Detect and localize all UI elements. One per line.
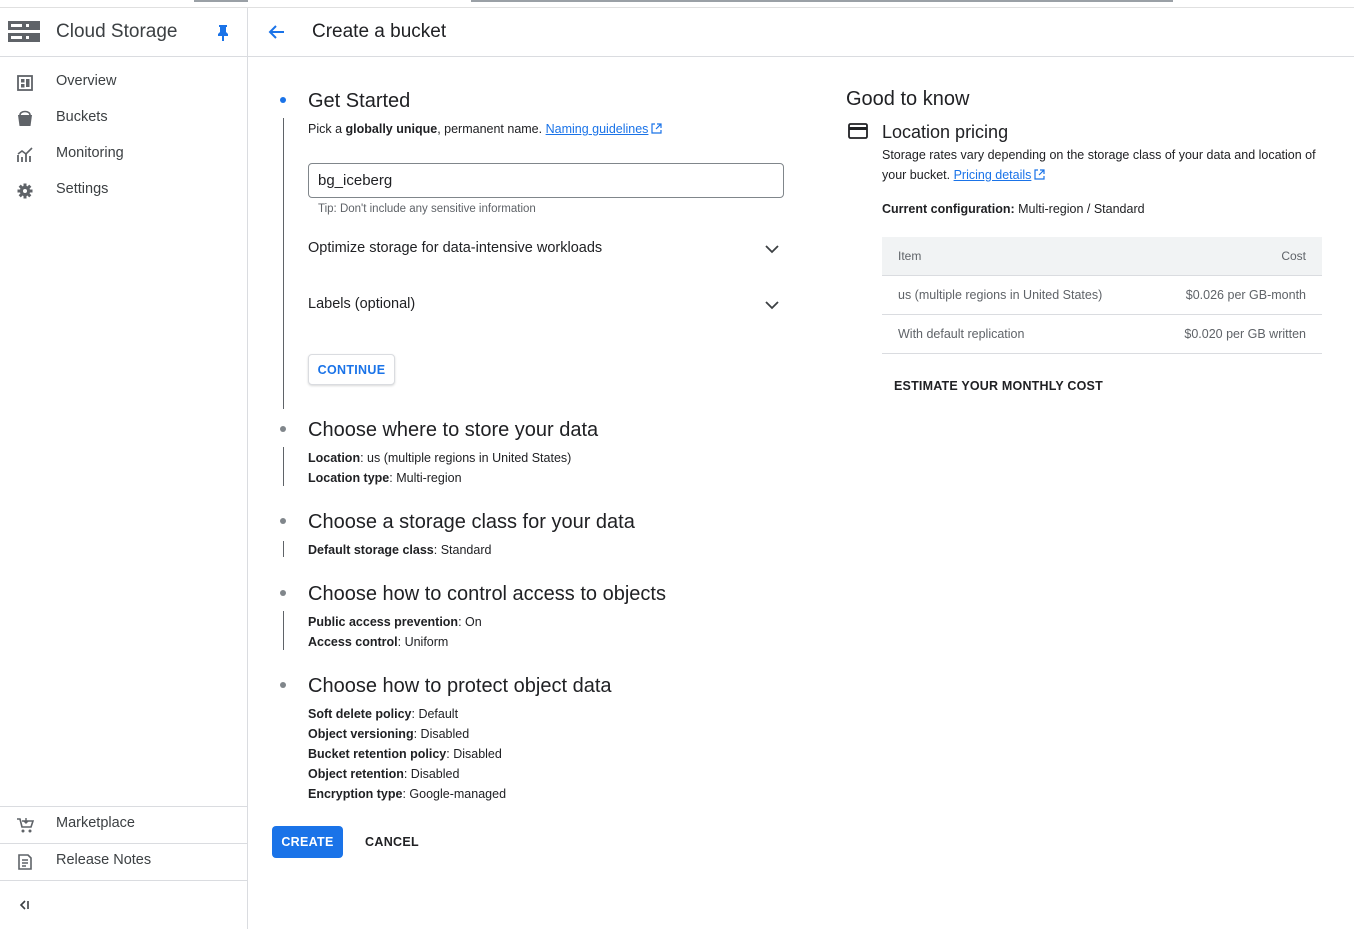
- nav-label: Release Notes: [56, 852, 152, 868]
- credit-card-icon: [848, 123, 868, 139]
- table-cell-cost: $0.020 per GB written: [1148, 314, 1322, 354]
- page-title: Create a bucket: [312, 21, 447, 42]
- external-link-icon: [1034, 169, 1046, 180]
- step-indicator-active: [280, 97, 286, 103]
- table-cell-item: us (multiple regions in United States): [882, 275, 1149, 315]
- page-header: Create a bucket: [248, 8, 1354, 57]
- step-title-access-control[interactable]: Choose how to control access to objects: [308, 583, 666, 606]
- input-tip: Tip: Don't include any sensitive informa…: [318, 203, 536, 215]
- table-row: us (multiple regions in United States) $…: [882, 275, 1322, 315]
- step-indicator: [280, 518, 286, 524]
- create-button[interactable]: CREATE: [272, 826, 343, 858]
- cloud-storage-logo-icon: [8, 21, 40, 42]
- step-title-data-protection[interactable]: Choose how to protect object data: [308, 675, 612, 698]
- table-header-row: Item Cost: [882, 237, 1322, 276]
- step-summary-line: Location type: Multi-region: [308, 471, 462, 485]
- nav-label: Marketplace: [56, 815, 135, 831]
- bucket-name-input[interactable]: [308, 163, 784, 198]
- step-title-get-started: Get Started: [308, 90, 411, 112]
- product-title: Cloud Storage: [56, 21, 178, 42]
- bucket-icon: [18, 110, 32, 126]
- labels-expander[interactable]: Labels (optional): [308, 287, 784, 323]
- step-indicator: [280, 590, 286, 596]
- nav-item-release-notes[interactable]: Release Notes: [0, 843, 247, 879]
- back-arrow-icon[interactable]: [266, 22, 286, 42]
- nav-label: Settings: [56, 181, 109, 197]
- external-link-icon: [651, 123, 663, 134]
- column-header-item: Item: [882, 237, 1149, 276]
- collapse-sidebar-icon[interactable]: [16, 897, 32, 913]
- expander-label: Optimize storage for data-intensive work…: [308, 240, 603, 256]
- current-configuration: Current configuration: Multi-region / St…: [882, 202, 1145, 216]
- step-summary-line: Default storage class: Standard: [308, 543, 492, 557]
- nav-label: Monitoring: [56, 145, 124, 161]
- step-summary-line: Object retention: Disabled: [308, 767, 460, 781]
- naming-guidelines-link[interactable]: Naming guidelines: [546, 122, 649, 136]
- pin-icon[interactable]: [216, 24, 230, 42]
- table-cell-cost: $0.026 per GB-month: [1148, 275, 1322, 315]
- cancel-button[interactable]: CANCEL: [356, 826, 428, 858]
- nav-item-buckets[interactable]: Buckets: [0, 100, 247, 136]
- step-summary-line: Location: us (multiple regions in United…: [308, 451, 572, 465]
- sidebar: Cloud Storage Overview Buckets Monitorin…: [0, 8, 248, 929]
- naming-instruction: Pick a globally unique, permanent name. …: [308, 122, 663, 136]
- sidebar-header: Cloud Storage: [0, 8, 247, 57]
- nav-item-overview[interactable]: Overview: [0, 64, 247, 100]
- nav-label: Buckets: [56, 109, 108, 125]
- step-connector: [283, 541, 284, 557]
- browser-top-strip: [0, 0, 1354, 8]
- step-summary-line: Bucket retention policy: Disabled: [308, 747, 502, 761]
- pricing-table: Item Cost us (multiple regions in United…: [882, 237, 1322, 354]
- step-connector: [283, 447, 284, 486]
- good-to-know-heading: Good to know: [846, 88, 970, 110]
- step-summary-line: Object versioning: Disabled: [308, 727, 470, 741]
- step-summary-line: Access control: Uniform: [308, 635, 449, 649]
- nav-item-settings[interactable]: Settings: [0, 172, 247, 208]
- step-connector: [283, 611, 284, 650]
- step-summary-line: Public access prevention: On: [308, 615, 482, 629]
- divider: [0, 880, 247, 881]
- chevron-down-icon: [765, 301, 779, 310]
- nav-item-monitoring[interactable]: Monitoring: [0, 136, 247, 172]
- overview-icon: [17, 75, 33, 91]
- step-indicator: [280, 682, 286, 688]
- step-summary-line: Encryption type: Google-managed: [308, 787, 507, 801]
- step-title-storage-class[interactable]: Choose a storage class for your data: [308, 511, 635, 534]
- top-strip-segment: [471, 0, 1173, 2]
- table-row: With default replication $0.020 per GB w…: [882, 314, 1322, 354]
- monitoring-icon: [17, 147, 33, 162]
- location-pricing-description: Storage rates vary depending on the stor…: [882, 148, 1316, 182]
- continue-button[interactable]: CONTINUE: [308, 354, 395, 385]
- chevron-down-icon: [765, 245, 779, 254]
- estimate-monthly-cost-button[interactable]: ESTIMATE YOUR MONTHLY COST: [882, 370, 1115, 402]
- nav-label: Overview: [56, 73, 117, 89]
- release-notes-icon: [18, 854, 32, 870]
- nav-item-marketplace[interactable]: Marketplace: [0, 806, 247, 842]
- step-connector: [283, 118, 284, 409]
- step-title-location[interactable]: Choose where to store your data: [308, 419, 598, 442]
- top-strip-segment: [194, 0, 248, 2]
- location-pricing-heading: Location pricing: [882, 122, 1009, 142]
- expander-label: Labels (optional): [308, 296, 416, 312]
- step-summary-line: Soft delete policy: Default: [308, 707, 459, 721]
- gear-icon: [17, 183, 33, 199]
- table-cell-item: With default replication: [882, 314, 1149, 354]
- step-indicator: [280, 426, 286, 432]
- optimize-storage-expander[interactable]: Optimize storage for data-intensive work…: [308, 231, 784, 267]
- pricing-details-link[interactable]: Pricing details: [954, 168, 1032, 182]
- cart-icon: [17, 818, 34, 833]
- column-header-cost: Cost: [1148, 237, 1322, 276]
